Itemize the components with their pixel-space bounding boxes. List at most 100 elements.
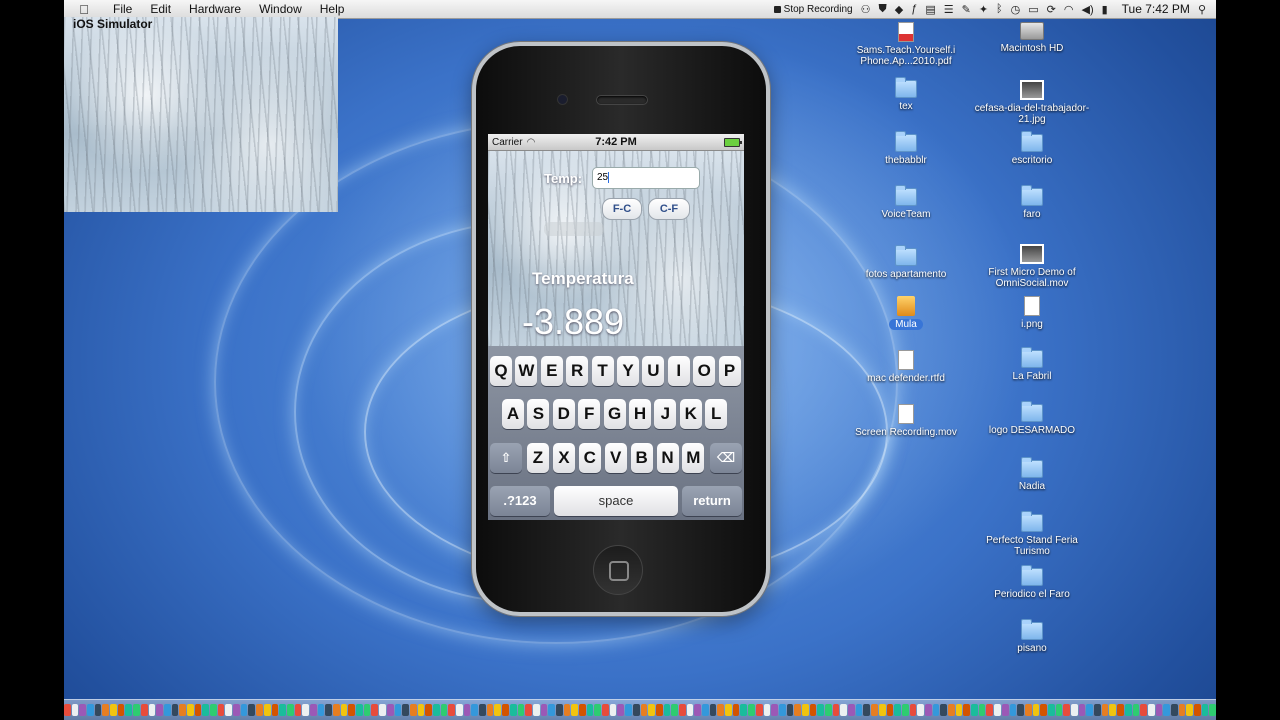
menu-help[interactable]: Help	[311, 2, 354, 16]
desktop-icon[interactable]: thebabblr	[841, 131, 971, 166]
dock-item-icon[interactable]	[909, 704, 917, 716]
dock-item-icon[interactable]	[363, 704, 371, 716]
dock-item-icon[interactable]	[1009, 704, 1017, 716]
dock-item-icon[interactable]	[456, 704, 463, 716]
key-k[interactable]: K	[679, 399, 702, 429]
menu-list-icon[interactable]: ☰	[944, 3, 954, 16]
dock-item-icon[interactable]	[594, 704, 602, 716]
dock-item-icon[interactable]	[163, 704, 171, 716]
dock-item-icon[interactable]	[1170, 704, 1178, 716]
dock-item-icon[interactable]	[525, 704, 532, 716]
dock-item-icon[interactable]	[840, 704, 848, 716]
dock-item-icon[interactable]	[133, 704, 140, 716]
shield-icon[interactable]: ⛊	[878, 3, 886, 16]
key-e[interactable]: E	[540, 356, 563, 386]
dock-item-icon[interactable]	[1024, 704, 1032, 716]
dock-item-icon[interactable]	[671, 704, 678, 716]
desktop-icon[interactable]: Nadia	[967, 457, 1097, 492]
dock-item-icon[interactable]	[279, 704, 286, 716]
dock-item-icon[interactable]	[1117, 704, 1124, 716]
key-z[interactable]: Z	[527, 443, 549, 473]
dock-item-icon[interactable]	[471, 704, 479, 716]
sync-icon[interactable]: ⟳	[1047, 3, 1056, 16]
dock-item-icon[interactable]	[325, 704, 332, 716]
dock-item-icon[interactable]	[379, 704, 386, 716]
dock-item-icon[interactable]	[617, 704, 625, 716]
dock-item-icon[interactable]	[87, 704, 94, 716]
dock-item-icon[interactable]	[186, 704, 194, 716]
dock-item-icon[interactable]	[1209, 704, 1216, 716]
dock-item-icon[interactable]	[809, 704, 817, 716]
dock-item-icon[interactable]	[317, 704, 325, 716]
dock-item-icon[interactable]	[532, 704, 540, 716]
dock-item-icon[interactable]	[940, 704, 947, 716]
dock-item-icon[interactable]	[632, 704, 640, 716]
dock-item-icon[interactable]	[602, 704, 609, 716]
dock-item-icon[interactable]	[978, 704, 986, 716]
dock-item-icon[interactable]	[878, 704, 886, 716]
dock-item-icon[interactable]	[863, 704, 871, 716]
desktop-icon[interactable]: faro	[967, 185, 1097, 220]
dock-item-icon[interactable]	[502, 704, 509, 716]
dock-item-icon[interactable]	[740, 704, 748, 716]
dock-item-icon[interactable]	[1155, 704, 1163, 716]
dock-item-icon[interactable]	[302, 704, 309, 716]
dock-item-icon[interactable]	[924, 704, 932, 716]
dock-item-icon[interactable]	[79, 704, 86, 716]
apple-menu-icon[interactable]: 	[64, 2, 104, 17]
dock-item-icon[interactable]	[1147, 704, 1155, 716]
space-key[interactable]: space	[554, 486, 678, 516]
dock-item-icon[interactable]	[871, 704, 878, 716]
dock-item-icon[interactable]	[540, 704, 548, 716]
dock-item-icon[interactable]	[240, 704, 248, 716]
key-r[interactable]: R	[566, 356, 589, 386]
key-f[interactable]: F	[578, 399, 601, 429]
dock-item-icon[interactable]	[1071, 704, 1078, 716]
dock-item-icon[interactable]	[348, 704, 356, 716]
key-d[interactable]: D	[552, 399, 575, 429]
dock-item-icon[interactable]	[694, 704, 701, 716]
desktop-icon[interactable]: Screen Recording.mov	[841, 404, 971, 438]
dock-item-icon[interactable]	[356, 704, 363, 716]
dock-item-icon[interactable]	[917, 704, 924, 716]
dock-item-icon[interactable]	[509, 704, 517, 716]
dock-item-icon[interactable]	[709, 704, 717, 716]
desktop-icon[interactable]: VoiceTeam	[841, 185, 971, 220]
desktop-icon[interactable]: tex	[841, 77, 971, 112]
dock-item-icon[interactable]	[832, 704, 840, 716]
dock-item-icon[interactable]	[217, 704, 225, 716]
dock-item-icon[interactable]	[463, 704, 471, 716]
dock-item-icon[interactable]	[786, 704, 794, 716]
spotlight-icon[interactable]: ⚲	[1198, 3, 1206, 16]
dock-item-icon[interactable]	[64, 704, 71, 716]
dock-item-icon[interactable]	[801, 704, 809, 716]
dock-item-icon[interactable]	[102, 704, 110, 716]
dock-item-icon[interactable]	[140, 704, 148, 716]
dock-item-icon[interactable]	[156, 704, 163, 716]
dock-item-icon[interactable]	[932, 704, 940, 716]
dock-item-icon[interactable]	[409, 704, 417, 716]
dock-item-icon[interactable]	[425, 704, 432, 716]
desktop-icon[interactable]: Macintosh HD	[967, 22, 1097, 54]
dock-item-icon[interactable]	[402, 704, 409, 716]
facebook-icon[interactable]: ƒ	[911, 3, 917, 15]
desktop-icon[interactable]: mac defender.rtfd	[841, 350, 971, 384]
key-o[interactable]: O	[693, 356, 716, 386]
dock-item-icon[interactable]	[894, 704, 901, 716]
desktop-icon[interactable]: fotos apartamento	[841, 245, 971, 280]
dock-item-icon[interactable]	[486, 704, 494, 716]
dock-item-icon[interactable]	[948, 704, 955, 716]
dock-item-icon[interactable]	[371, 704, 379, 716]
key-i[interactable]: I	[667, 356, 690, 386]
c-to-f-button[interactable]: C-F	[648, 198, 690, 220]
dock-item-icon[interactable]	[1063, 704, 1070, 716]
dock-item-icon[interactable]	[440, 704, 448, 716]
dock-item-icon[interactable]	[233, 704, 240, 716]
dock-item-icon[interactable]	[179, 704, 186, 716]
dock-item-icon[interactable]	[1055, 704, 1063, 716]
dock-item-icon[interactable]	[171, 704, 179, 716]
dock-item-icon[interactable]	[1186, 704, 1193, 716]
dock-item-icon[interactable]	[1201, 704, 1209, 716]
menu-edit[interactable]: Edit	[141, 2, 180, 16]
menu-file[interactable]: File	[104, 2, 141, 16]
